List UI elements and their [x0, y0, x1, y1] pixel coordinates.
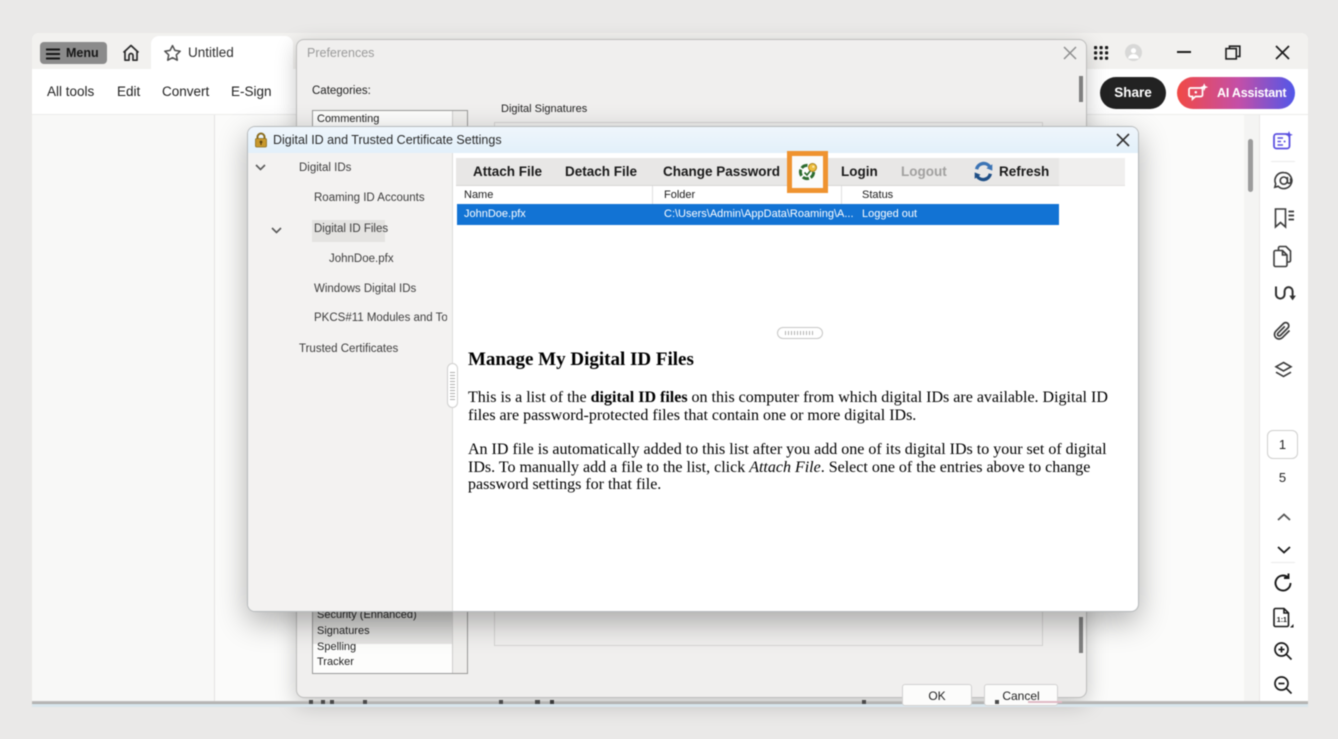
- svg-text:1:1: 1:1: [1277, 617, 1287, 624]
